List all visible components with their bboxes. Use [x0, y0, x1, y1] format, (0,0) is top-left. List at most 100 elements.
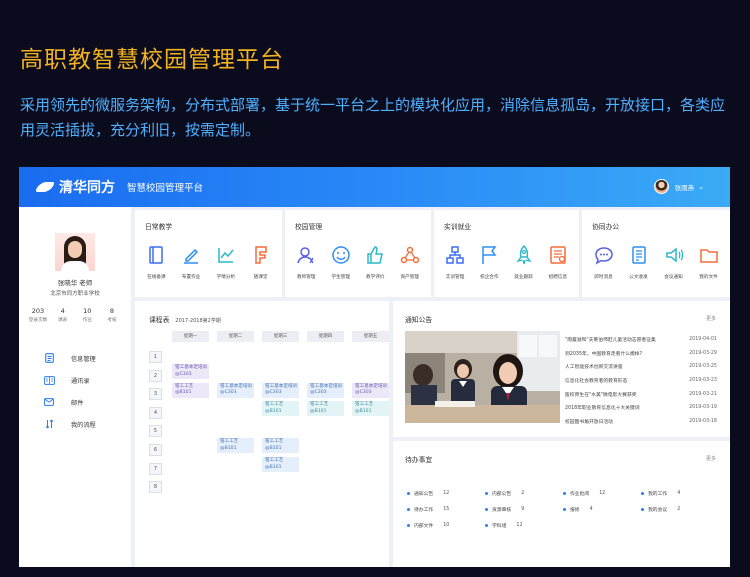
module-item-official-docs[interactable]: 公文收发 [623, 244, 655, 280]
module-item-school-enterprise[interactable]: 校企合作 [473, 244, 505, 280]
stat-value: 4 [60, 307, 65, 315]
todo-panel: 待办事宜 更多 通知公告 12 内部公告 2 作业批阅 12 我的工作 4 待办工作 15 资源审核… [393, 441, 730, 567]
schedule-class[interactable]: 钳工工艺 @B101 [172, 382, 209, 398]
list-item[interactable]: 信息化社会教育者的教育形态 2019-03-23 [565, 374, 717, 388]
todo-label: 待办工作 [414, 507, 434, 513]
todo-item[interactable]: 资源审核 9 [485, 506, 563, 513]
chevron-down-icon: ⌄ [698, 182, 704, 191]
schedule-class[interactable]: 钳工工艺 @B101 [352, 401, 389, 417]
module-item-asset-management[interactable]: 资产管理 [394, 244, 426, 280]
todo-count: 4 [589, 506, 593, 512]
module-item-assign-homework[interactable]: 布置作业 [175, 244, 207, 280]
notice-item-date: 2019-03-25 [689, 364, 717, 370]
logo[interactable]: 清华同方 [37, 177, 115, 197]
notice-title: 通知公告 [405, 316, 433, 324]
hero-description: 采用领先的微服务架构，分布式部署，基于统一平台之上的模块化应用，消除信息孤岛，开… [20, 96, 726, 139]
logo-mark-icon [37, 180, 55, 194]
menu-label: 通讯录 [71, 377, 90, 385]
menu-label: 我的流程 [71, 421, 96, 429]
todo-item[interactable]: 学科组 12 [485, 522, 563, 529]
stat-homework[interactable]: 10 作业 [76, 307, 98, 323]
todo-row: 通知公告 12 内部公告 2 作业批阅 12 我的工作 4 [407, 485, 719, 501]
menu-item-mail[interactable]: 邮件 [43, 391, 96, 413]
module-item-recruitment[interactable]: 招聘信息 [542, 244, 574, 280]
todo-item[interactable]: 通知公告 12 [407, 490, 485, 497]
notice-item-title: 校园图书角开放日活动 [565, 419, 613, 425]
schedule-class[interactable]: 钳工基本定培训 @C303 [172, 364, 209, 379]
todo-item[interactable]: 我的工作 4 [641, 490, 719, 497]
user-menu[interactable]: 张雨燕 ⌄ [653, 179, 704, 194]
news-icon [550, 246, 566, 264]
module-item-my-files[interactable]: 我的文件 [693, 244, 725, 280]
list-item[interactable]: 到2035年，中国教育走看什么模样? 2019-03-29 [565, 347, 717, 361]
schedule-term[interactable]: 2017-2018第2学期 [175, 317, 220, 324]
schedule-period: 5 [149, 425, 162, 438]
module-campus-management: 校园管理 教师管理 学生管理 教学评价 资产管理 [285, 210, 431, 297]
list-item[interactable]: 2018年职业教育信息化十大关键词 2019-03-19 [565, 401, 717, 415]
schedule-class[interactable]: 钳工基本定培训 @C303 [262, 382, 299, 398]
module-item-teacher-management[interactable]: 教师管理 [290, 244, 322, 280]
todo-count: 4 [677, 490, 681, 496]
module-item-training-management[interactable]: 实训管理 [439, 244, 471, 280]
schedule-period: 8 [149, 481, 162, 494]
menu-item-flow[interactable]: 我的流程 [43, 413, 96, 435]
module-item-online-prep[interactable]: 在线备课 [140, 244, 172, 280]
class-room: @B101 [355, 408, 372, 414]
schedule-class[interactable]: 钳工工艺 @B101 [262, 457, 299, 472]
stat-assessment[interactable]: 8 考核 [101, 307, 123, 323]
class-room: @B101 [265, 445, 282, 451]
todo-item[interactable]: 内部公告 2 [485, 490, 563, 497]
module-item-teaching-evaluation[interactable]: 教学评价 [359, 244, 391, 280]
list-item[interactable]: "雨露滋和"夫莱伯师赶儿童活动志愿者征集 2019-04-01 [565, 333, 717, 347]
book-icon [149, 246, 164, 264]
module-item-meeting-notice[interactable]: 会议通知 [658, 244, 690, 280]
schedule-period: 3 [149, 388, 162, 401]
schedule-class[interactable]: 钳工基本定培训 @C303 [307, 382, 344, 398]
stat-schedule[interactable]: 4 课表 [52, 307, 74, 323]
todo-more-link[interactable]: 更多 [706, 455, 716, 462]
todo-item[interactable]: 我的会议 2 [641, 506, 719, 513]
todo-item[interactable]: 作业批阅 12 [563, 490, 641, 497]
schedule-class[interactable]: 钳工工艺 @B101 [262, 438, 299, 454]
schedule-class[interactable]: 钳工基本定培训 @C303 [217, 382, 254, 398]
todo-item[interactable]: 待办工作 15 [407, 506, 485, 513]
class-room: @B101 [310, 408, 327, 414]
module-item-employment-tracking[interactable]: 就业跟踪 [508, 244, 540, 280]
schedule-class[interactable]: 钳工基本定培训 @C303 [352, 382, 389, 398]
todo-item[interactable]: 内部文件 10 [407, 522, 485, 529]
notice-item-title: 2018年职业教育信息化十大关键词 [565, 406, 640, 412]
stat-logins[interactable]: 203 登录次数 [27, 307, 49, 323]
list-item[interactable]: 人工智能技术创新交流讲座 2019-03-25 [565, 360, 717, 374]
top-bar: 清华同方 智慧校园管理平台 张雨燕 ⌄ [19, 167, 730, 207]
module-item-instant-message[interactable]: 即时消息 [588, 244, 620, 280]
module-training-employment: 实训就业 实训管理 校企合作 就业跟踪 招聘信息 [434, 210, 579, 297]
todo-count: 10 [443, 522, 450, 528]
pencil-icon [184, 248, 199, 264]
schedule-class[interactable]: 钳工工艺 @B101 [217, 438, 254, 454]
notice-more-link[interactable]: 更多 [706, 315, 716, 322]
bullet-dot-icon [641, 507, 644, 511]
stat-label: 作业 [82, 318, 92, 323]
list-item[interactable]: 校园图书角开放日活动 2019-03-18 [565, 415, 717, 429]
schedule-class[interactable]: 钳工工艺 @B101 [307, 401, 344, 417]
schedule-period: 1 [149, 351, 162, 363]
hero-title: 高职教智慧校园管理平台 [20, 47, 284, 73]
schedule-day-header: 星期三 [262, 331, 299, 342]
schedule-class[interactable]: 钳工工艺 @B101 [262, 401, 299, 417]
notice-item-date: 2019-03-21 [689, 391, 717, 397]
schedule-period: 2 [149, 369, 162, 382]
module-item-learning-analysis[interactable]: 学情分析 [210, 244, 242, 280]
module-item-student-management[interactable]: 学生管理 [325, 244, 357, 280]
module-item-label: 招聘信息 [548, 275, 568, 280]
class-room: @B101 [220, 445, 237, 451]
address-book-icon [43, 374, 55, 386]
list-item[interactable]: 医校师生在"水美"微电影大赛获奖 2019-03-21 [565, 387, 717, 401]
bullet-dot-icon [407, 507, 410, 511]
notice-item-title: "雨露滋和"夫莱伯师赶儿童活动志愿者征集 [565, 338, 656, 344]
menu-item-contacts[interactable]: 通讯录 [43, 369, 96, 391]
schedule-day-header: 星期一 [172, 331, 209, 342]
todo-item[interactable]: 报修 4 [563, 506, 641, 513]
module-item-class[interactable]: 随课堂 [245, 244, 277, 280]
notice-list: "雨露滋和"夫莱伯师赶儿童活动志愿者征集 2019-04-01 到2035年，中国教… [565, 333, 717, 428]
menu-item-info[interactable]: 信息管理 [43, 347, 96, 369]
